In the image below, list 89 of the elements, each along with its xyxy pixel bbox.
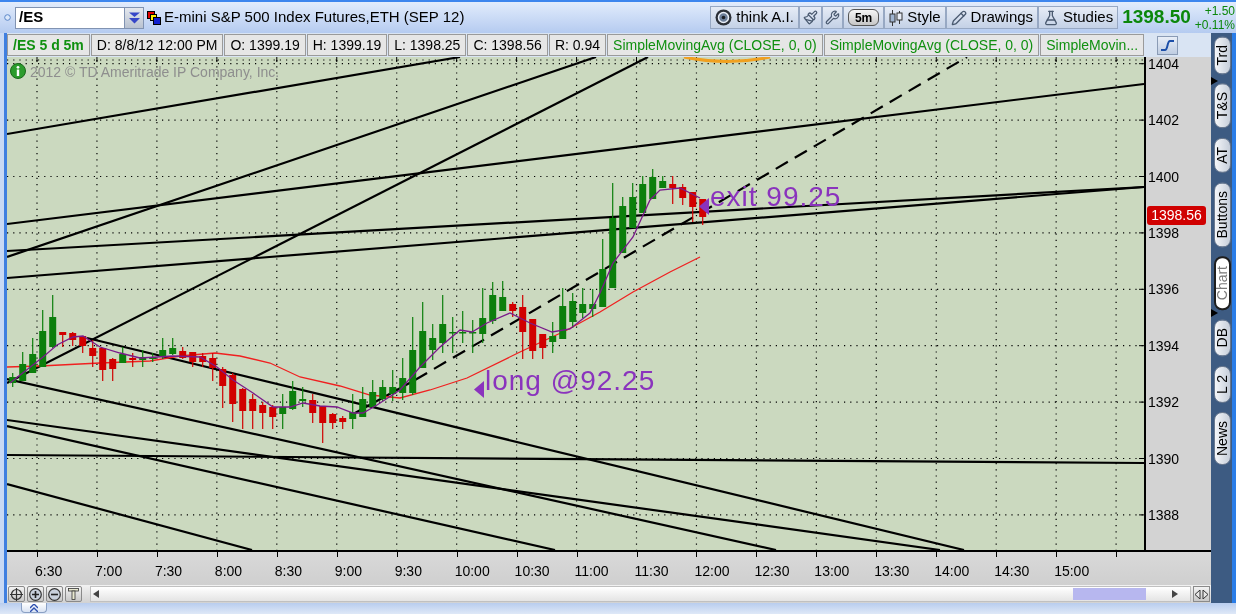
zoom-in-icon	[29, 587, 42, 601]
crosshair-icon	[10, 587, 23, 601]
instrument-description: E-mini S&P 500 Index Futures,ETH (SEP 12)	[164, 7, 465, 28]
study-settings-button[interactable]	[1157, 35, 1178, 55]
wrench-icon	[824, 10, 840, 25]
info-icon	[10, 63, 26, 79]
ring-icon	[4, 14, 11, 21]
double-chevron-down-icon	[127, 11, 141, 24]
percent-change: +0.11%	[1194, 17, 1235, 32]
time-label: 10:30	[514, 563, 550, 579]
time-label: 6:30	[35, 563, 63, 579]
side-tab[interactable]: News	[1214, 411, 1231, 465]
side-tab[interactable]: T&S	[1214, 83, 1231, 129]
time-label: 7:00	[94, 563, 123, 579]
side-tab[interactable]: L 2	[1214, 365, 1231, 403]
drawings-button[interactable]: Drawings	[945, 6, 1039, 29]
time-label: 7:30	[154, 563, 183, 579]
left-triangle-icon	[474, 381, 484, 398]
text-tool-icon	[68, 588, 79, 600]
zoom-out-icon	[48, 587, 61, 601]
price-label: 1392	[1148, 394, 1180, 411]
side-tab[interactable]: DB	[1214, 319, 1231, 357]
pencil-icon	[950, 9, 967, 26]
trade-note: long @92.25	[485, 367, 656, 395]
wrench-button[interactable]	[821, 6, 843, 29]
last-price-tag: 1398.56	[1147, 206, 1206, 225]
scrollbar-thumb[interactable]	[1073, 588, 1146, 600]
price-label: 1404	[1148, 55, 1180, 72]
left-triangle-icon	[699, 198, 709, 215]
flask-icon	[1043, 9, 1060, 26]
price-label: 1402	[1148, 112, 1180, 129]
copyright-notice: 2012 © TD Ameritrade IP Company, Inc.	[30, 63, 280, 82]
quote-value: H: 1399.19	[306, 34, 388, 56]
price-label: 1396	[1148, 281, 1180, 298]
quote-value: D: 8/8/12 12:00 PM	[90, 34, 224, 56]
time-label: 14:00	[934, 563, 970, 579]
overlapping-squares-icon	[147, 10, 161, 25]
assistant-button[interactable]: think A.I.	[710, 6, 799, 29]
time-label: 8:30	[274, 563, 303, 579]
side-tab[interactable]: Trd	[1214, 36, 1231, 75]
expand-button[interactable]	[1193, 586, 1210, 602]
price-label: 1400	[1148, 168, 1180, 185]
crosshair-button[interactable]	[8, 586, 25, 602]
candlestick-icon	[889, 9, 904, 26]
brush-icon	[802, 10, 818, 25]
scroll-left-icon[interactable]	[93, 590, 99, 598]
time-label: 12:00	[694, 563, 730, 579]
symbol-period-label: /ES 5 d 5m	[7, 34, 90, 56]
time-label: 9:00	[334, 563, 362, 579]
time-label: 13:30	[874, 563, 910, 579]
side-tab[interactable]: AT	[1214, 137, 1231, 173]
split-arrows-icon	[1195, 589, 1208, 599]
time-label: 11:00	[574, 563, 609, 579]
scroll-right-icon[interactable]	[1172, 590, 1178, 598]
trade-note: exit 99.25	[710, 183, 842, 211]
time-label: 10:00	[454, 563, 490, 579]
time-label: 12:30	[754, 563, 790, 579]
double-chevron-up-icon	[30, 603, 38, 612]
horizontal-scrollbar[interactable]	[90, 586, 1191, 602]
symbol-dropdown-button[interactable]	[125, 6, 144, 29]
time-label: 9:30	[394, 563, 422, 579]
curve-icon	[1160, 38, 1175, 52]
price-label: 1394	[1148, 337, 1180, 354]
zoom-out-button[interactable]	[46, 586, 63, 602]
zoom-in-button[interactable]	[27, 586, 44, 602]
text-tool-button[interactable]	[65, 586, 82, 602]
symbol-field[interactable]: /ES	[15, 6, 125, 29]
price-label: 1388	[1148, 506, 1180, 523]
studies-button[interactable]: Studies	[1038, 6, 1119, 29]
time-label: 14:30	[994, 563, 1030, 579]
disc-icon	[715, 9, 733, 26]
side-tab[interactable]: Buttons	[1214, 181, 1231, 248]
price-label: 1398	[1148, 224, 1180, 241]
quote-value: O: 1399.19	[224, 34, 306, 56]
time-label: 8:00	[214, 563, 243, 579]
time-label: 11:30	[634, 563, 669, 579]
side-tab[interactable]: Chart	[1214, 256, 1231, 311]
quote-value: R: 0.94	[548, 34, 607, 56]
quote-value: C: 1398.56	[467, 34, 548, 56]
brush-tool-button[interactable]	[798, 6, 822, 29]
quote-value: L: 1398.25	[388, 34, 467, 56]
time-label: 13:00	[814, 563, 850, 579]
panel-toggle-button[interactable]	[21, 603, 47, 613]
time-label: 15:00	[1054, 563, 1090, 579]
style-button[interactable]: Style	[884, 6, 946, 29]
price-label: 1390	[1148, 450, 1180, 467]
last-price: 1398.50	[1122, 5, 1191, 30]
interval-button[interactable]: 5m	[842, 6, 885, 29]
net-change: +1.50	[1204, 3, 1235, 18]
